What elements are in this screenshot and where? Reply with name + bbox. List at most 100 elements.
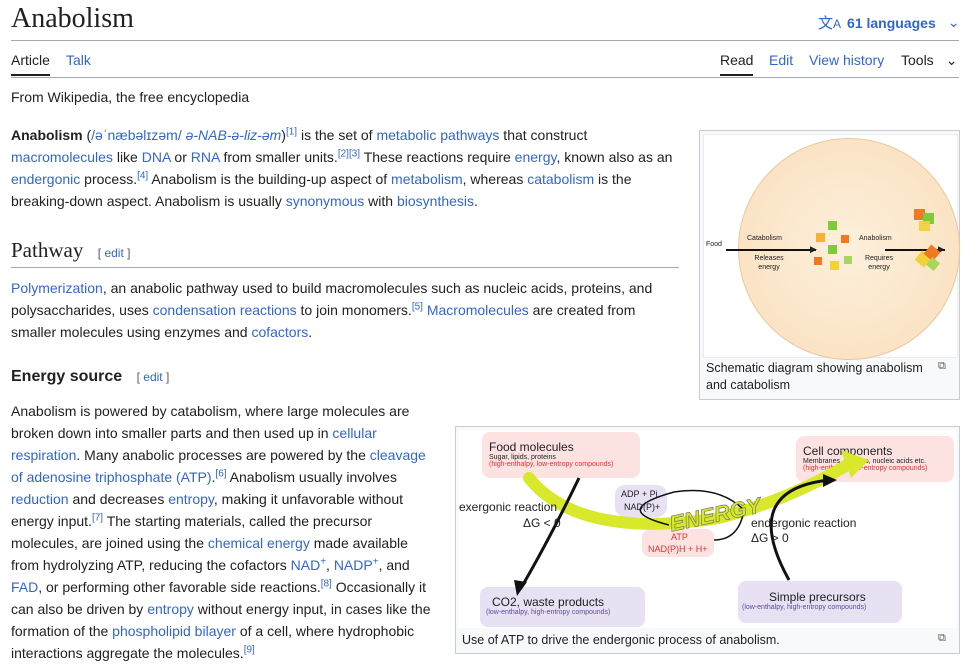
text: , known also as an [556, 149, 673, 165]
releases-label: Releases energy [754, 255, 784, 271]
ref-link[interactable]: [8] [321, 578, 332, 589]
ref-link[interactable]: [7] [92, 512, 103, 523]
link-fad[interactable]: FAD [11, 579, 38, 595]
text: polysaccharides, uses [11, 302, 153, 318]
text: formation of the [11, 623, 113, 639]
text: can also be driven by [11, 601, 148, 617]
section-heading: Energy source [11, 368, 123, 385]
figure-anabolism-catabolism: Food ▶ Catabolism Releases energy ▶ Anab… [699, 130, 960, 400]
text: is the set of [297, 127, 377, 143]
chevron-down-icon: ⌄ [947, 14, 960, 30]
text: Occasionally it [331, 579, 426, 595]
exergonic-label: exergonic reaction [459, 500, 558, 514]
molecule [814, 257, 822, 265]
dg-endergonic: ΔG > 0 [751, 531, 789, 545]
text: Anabolism is the building-up aspect of [148, 171, 392, 187]
molecule [830, 261, 839, 270]
languages-button[interactable]: 文A 61 languages ⌄ [818, 12, 959, 33]
ref-link[interactable]: [5] [412, 301, 423, 312]
link-polymerization[interactable]: Polymerization [11, 280, 103, 296]
link-energy[interactable]: energy [515, 149, 557, 165]
link-dna[interactable]: DNA [142, 149, 171, 165]
link-metabolism[interactable]: metabolism [391, 171, 463, 187]
tab-read[interactable]: Read [720, 52, 754, 76]
molecule [844, 256, 852, 264]
enlarge-icon[interactable]: ⧉ [938, 360, 946, 373]
tab-article[interactable]: Article [11, 52, 50, 76]
ref-link[interactable]: [6] [215, 468, 226, 479]
text: and decreases [68, 491, 169, 507]
ref-link[interactable]: [4] [137, 170, 148, 181]
link-entropy[interactable]: entropy [168, 491, 214, 507]
link-nadp[interactable]: NADP+ [334, 557, 379, 573]
text: , an anabolic pathway used to build macr… [102, 280, 653, 296]
link-chemical-energy[interactable]: chemical energy [208, 535, 310, 551]
text: , and [378, 557, 410, 573]
link-catabolism[interactable]: catabolism [527, 171, 594, 187]
link-entropy[interactable]: entropy [147, 601, 194, 617]
link-metabolic-pathways[interactable]: metabolic pathways [376, 127, 499, 143]
tagline: From Wikipedia, the free encyclopedia [11, 89, 250, 105]
ipa-link[interactable]: /əˈnæbəlɪzəm/ [91, 127, 182, 143]
link-cellular-respiration[interactable]: cellular [332, 425, 376, 441]
link-phospholipid-bilayer[interactable]: phospholipid bilayer [112, 623, 236, 639]
tab-edit[interactable]: Edit [769, 52, 793, 68]
link-synonymous[interactable]: synonymous [286, 193, 365, 209]
figure-caption: Schematic diagram showing anabolism and … [706, 361, 923, 392]
text: with [364, 193, 397, 209]
edit-link[interactable]: edit [104, 246, 123, 260]
anabolism-label: Anabolism [859, 235, 892, 242]
link-atp-cleavage[interactable]: of adenosine triphosphate (ATP) [11, 469, 212, 485]
link-macromolecules[interactable]: Macromolecules [427, 302, 529, 318]
dg-exergonic: ΔG < 0 [523, 516, 561, 530]
link-biosynthesis[interactable]: biosynthesis [397, 193, 474, 209]
tools-menu[interactable]: Tools ⌄ [901, 52, 957, 69]
tools-label: Tools [901, 52, 934, 68]
ref-link[interactable]: [9] [244, 644, 255, 655]
edit-link[interactable]: edit [143, 370, 162, 384]
text: , [326, 557, 334, 573]
text: , making it unfavorable without [213, 491, 403, 507]
text: Anabolism is powered by catabolism, wher… [11, 403, 410, 419]
link-nad[interactable]: NAD+ [291, 557, 326, 573]
lead-term: Anabolism [11, 127, 83, 143]
text: These reactions require [360, 149, 515, 165]
tab-talk[interactable]: Talk [66, 52, 91, 68]
tab-view-history[interactable]: View history [809, 52, 884, 68]
text: are created from [528, 302, 636, 318]
translate-icon: 文A [818, 15, 842, 32]
link-endergonic[interactable]: endergonic [11, 171, 80, 187]
figure-atp-energy: Food molecules Sugar, lipids, proteins (… [455, 426, 960, 654]
section-edit: [ edit ] [97, 246, 131, 260]
text: . [474, 193, 478, 209]
ref-link[interactable]: [2] [338, 148, 349, 159]
catabolism-label: Catabolism [747, 235, 783, 242]
figure-image[interactable]: Food ▶ Catabolism Releases energy ▶ Anab… [703, 134, 960, 360]
link-atp-cleavage[interactable]: cleavage [370, 447, 426, 463]
requires-label: Requires energy [864, 255, 893, 271]
text: without energy input, in cases like the [193, 601, 431, 617]
text: , whereas [462, 171, 528, 187]
page-title: Anabolism [11, 3, 134, 34]
chevron-down-icon: ⌄ [945, 52, 958, 68]
link-macromolecules[interactable]: macromolecules [11, 149, 113, 165]
molecule [919, 221, 930, 231]
link-rna[interactable]: RNA [191, 149, 220, 165]
link-condensation[interactable]: condensation reactions [153, 302, 297, 318]
intro-paragraph: Anabolism (/əˈnæbəlɪzəm/ ə-NAB-ə-liz-əm)… [11, 126, 673, 209]
ref-link[interactable]: [3] [349, 148, 360, 159]
tabs-divider [11, 77, 959, 78]
text: from hydrolyzing ATP, reducing the cofac… [11, 557, 291, 573]
link-cofactors[interactable]: cofactors [251, 324, 308, 340]
text: or [170, 149, 191, 165]
figure-image[interactable]: Food molecules Sugar, lipids, proteins (… [459, 430, 956, 628]
section-edit: [ edit ] [136, 370, 170, 384]
ref-link[interactable]: [1] [286, 126, 297, 137]
section-pathway: Pathway [ edit ] [11, 238, 679, 268]
respell-link[interactable]: ə-NAB-ə-liz-əm [186, 127, 282, 143]
text: process. [80, 171, 138, 187]
link-cellular-respiration[interactable]: respiration [11, 447, 76, 463]
link-reduction[interactable]: reduction [11, 491, 69, 507]
enlarge-icon[interactable]: ⧉ [938, 632, 946, 645]
text: to join monomers. [296, 302, 412, 318]
